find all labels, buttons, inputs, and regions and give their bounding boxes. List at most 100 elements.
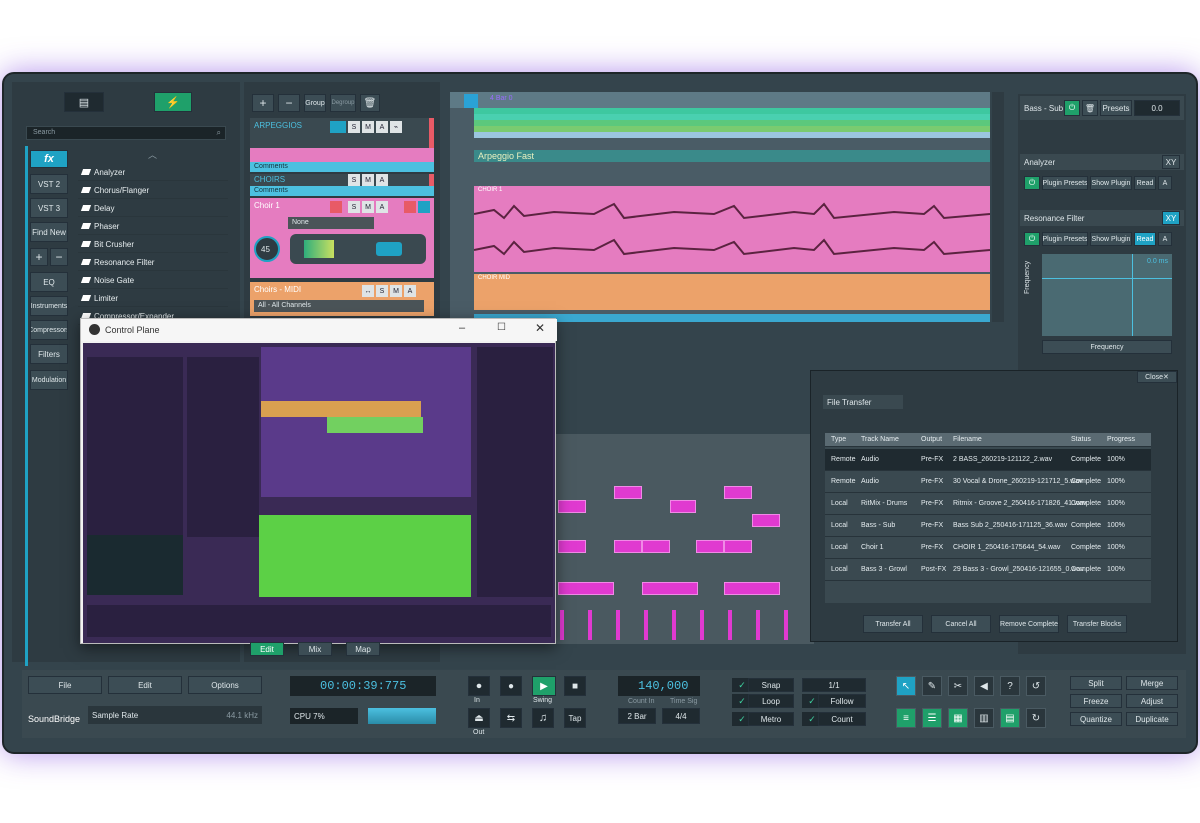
category-eq[interactable]: EQ <box>30 272 68 292</box>
merge-button[interactable]: Merge <box>1126 676 1178 690</box>
midi-note[interactable] <box>670 500 696 513</box>
degroup-button[interactable]: Degroup <box>330 94 356 112</box>
solo-button[interactable]: S <box>376 285 388 297</box>
category-filters[interactable]: Filters <box>30 344 68 364</box>
mute-button[interactable]: M <box>362 174 374 186</box>
category-vst2[interactable]: VST 2 <box>30 174 68 194</box>
midi-note[interactable] <box>614 540 642 553</box>
file-button[interactable]: File <box>28 676 102 694</box>
play-icon[interactable]: ▶ <box>532 676 556 696</box>
clip-choir1[interactable]: CHOIR 1 <box>474 186 990 272</box>
help-icon[interactable]: ? <box>1000 676 1020 696</box>
plugin-item[interactable]: Delay <box>78 200 228 217</box>
pan-knob[interactable]: 45 <box>254 236 280 262</box>
category-find-new[interactable]: Find New <box>30 222 68 242</box>
table-row[interactable]: Local RitMix - Drums Pre-FX Ritmix - Gro… <box>825 493 1151 515</box>
power-icon[interactable]: ⏻ <box>1024 176 1040 190</box>
midi-channel-select[interactable]: All - All Channels <box>254 300 424 312</box>
clip-choirs-midi[interactable]: CHOIR MID <box>474 274 990 310</box>
timeline-ruler[interactable]: 4 Bar 0 <box>450 92 990 108</box>
table-row[interactable]: Remote Audio Pre-FX 30 Vocal & Drone_260… <box>825 471 1151 493</box>
monitor-icon[interactable] <box>404 201 416 213</box>
input-select[interactable]: None <box>288 217 374 229</box>
auto-button[interactable]: A <box>376 121 388 133</box>
scissors-tool-icon[interactable]: ✂ <box>948 676 968 696</box>
velocity-lane[interactable] <box>554 610 814 640</box>
time-sig-select[interactable]: 4/4 <box>662 708 700 724</box>
remove-icon[interactable]: − <box>50 248 68 266</box>
midi-note[interactable] <box>642 540 670 553</box>
input-icon[interactable]: ⏺ <box>468 676 490 696</box>
edit-button[interactable]: Edit <box>108 676 182 694</box>
fx-button[interactable]: fx <box>30 150 68 168</box>
quantize-button[interactable]: Quantize <box>1070 712 1122 726</box>
redo-icon[interactable]: ↻ <box>1026 708 1046 728</box>
pencil-tool-icon[interactable]: ✎ <box>922 676 942 696</box>
align-left-icon[interactable]: ≡ <box>896 708 916 728</box>
tap-button[interactable]: Tap <box>564 708 586 728</box>
close-button[interactable]: Close ✕ <box>1137 371 1177 383</box>
freeze-button[interactable]: Freeze <box>1070 694 1122 708</box>
transfer-all-button[interactable]: Transfer All <box>863 615 923 633</box>
close-icon[interactable]: ✕ <box>535 321 545 335</box>
mute-button[interactable]: M <box>390 285 402 297</box>
pointer-tool-icon[interactable]: ↖ <box>896 676 916 696</box>
control-plane-titlebar[interactable]: Control Plane – ☐ ✕ <box>81 319 557 341</box>
read-button[interactable]: Read <box>1134 176 1156 190</box>
add-icon[interactable]: + <box>30 248 48 266</box>
cancel-all-button[interactable]: Cancel All <box>931 615 991 633</box>
remove-complete-button[interactable]: Remove Complete <box>999 615 1059 633</box>
loop-toggle[interactable]: Loop <box>748 694 794 708</box>
midi-note[interactable] <box>724 582 780 595</box>
snap-toggle[interactable]: Snap <box>748 678 794 692</box>
show-plugin-button[interactable]: Show Plugin <box>1090 232 1132 246</box>
xy-button[interactable]: XY <box>1162 211 1180 225</box>
auto-button[interactable]: A <box>376 174 388 186</box>
chevron-up-icon[interactable]: ︿ <box>148 148 157 161</box>
output-icon[interactable]: ⏏ <box>468 708 490 728</box>
plugin-item[interactable]: Bit Crusher <box>78 236 228 253</box>
midi-note[interactable] <box>614 486 642 499</box>
record-icon[interactable]: ● <box>500 676 522 696</box>
midi-note[interactable] <box>724 486 752 499</box>
read-button[interactable]: Read <box>1134 232 1156 246</box>
category-modulation[interactable]: Modulation <box>30 370 68 390</box>
a-button[interactable]: A <box>1158 232 1172 246</box>
tab-mix[interactable]: Mix <box>298 642 332 656</box>
track-choirs[interactable]: CHOIRS S M A <box>250 174 434 186</box>
plugin-item[interactable]: Limiter <box>78 290 228 307</box>
add-track-button[interactable]: + <box>252 94 274 112</box>
tab-edit[interactable]: Edit <box>250 642 284 656</box>
note-icon[interactable]: ♫ <box>532 708 554 728</box>
category-compressors[interactable]: Compressors <box>30 320 68 340</box>
routing-icon[interactable]: ⇆ <box>500 708 522 728</box>
grid-icon[interactable]: ▦ <box>948 708 968 728</box>
plugin-view-icon[interactable]: ⚡ <box>154 92 192 112</box>
metro-toggle[interactable]: Metro <box>748 712 794 726</box>
midi-thru-icon[interactable]: ↔ <box>362 285 374 297</box>
piano-icon[interactable]: ▥ <box>974 708 994 728</box>
volume-meter[interactable] <box>290 234 426 264</box>
speaker-icon[interactable] <box>418 201 430 213</box>
table-row[interactable]: Local Bass 3 - Growl Post-FX 29 Bass 3 -… <box>825 559 1151 581</box>
remove-track-button[interactable]: − <box>278 94 300 112</box>
tempo-display[interactable]: 140,000 <box>618 676 700 696</box>
track-arpeggios[interactable]: ARPEGGIOS S M A ⌁ <box>250 118 434 148</box>
plugin-item[interactable]: Analyzer <box>78 164 228 181</box>
category-vst3[interactable]: VST 3 <box>30 198 68 218</box>
undo-icon[interactable]: ↺ <box>1026 676 1046 696</box>
xy-pad[interactable]: 0.0 ms <box>1042 254 1172 336</box>
xy-button[interactable]: XY <box>1162 155 1180 169</box>
time-display[interactable]: 00:00:39:775 <box>290 676 436 696</box>
plugin-item[interactable]: Noise Gate <box>78 272 228 289</box>
speaker-tool-icon[interactable]: ◀ <box>974 676 994 696</box>
search-input[interactable]: Search ⌕ <box>26 126 226 140</box>
auto-button[interactable]: A <box>404 285 416 297</box>
midi-note[interactable] <box>558 582 614 595</box>
mono-icon[interactable]: ⌁ <box>390 121 402 133</box>
mute-button[interactable]: M <box>362 121 374 133</box>
tab-map[interactable]: Map <box>346 642 380 656</box>
category-instruments[interactable]: Instruments <box>30 296 68 316</box>
stop-icon[interactable]: ■ <box>564 676 586 696</box>
sample-rate[interactable]: Sample Rate 44.1 kHz <box>88 706 262 724</box>
